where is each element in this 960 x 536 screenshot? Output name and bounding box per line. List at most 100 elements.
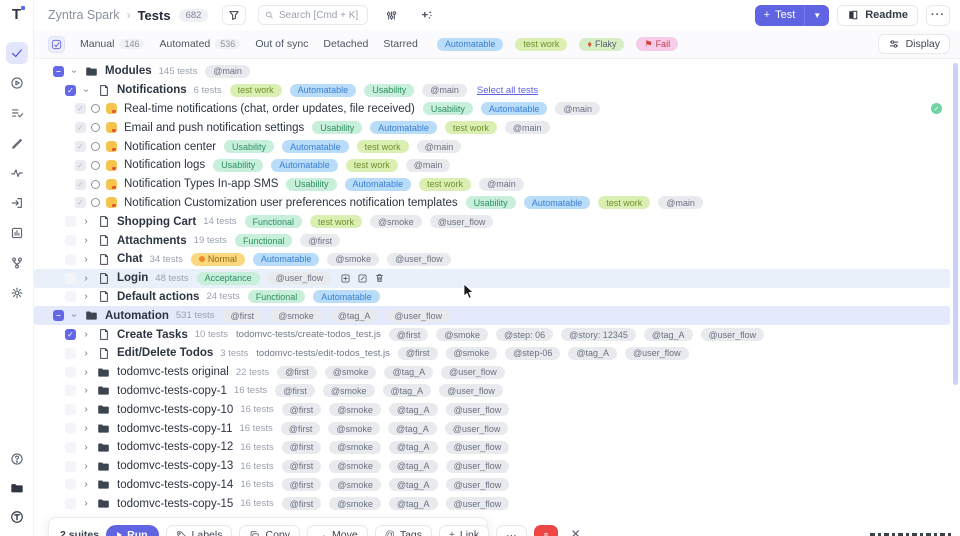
labels-button[interactable]: Labels — [166, 525, 233, 536]
row-label[interactable]: Notification center — [124, 141, 216, 153]
app-logo[interactable]: T — [12, 6, 21, 28]
row-chip[interactable]: @story: 12345 — [561, 328, 636, 341]
chevron-right-icon[interactable]: › — [79, 461, 93, 472]
row-chip[interactable]: test work — [346, 159, 398, 172]
chevron-right-icon[interactable]: › — [79, 404, 93, 415]
chevron-down-icon[interactable]: ▼ — [805, 11, 829, 20]
row-chip[interactable]: @first — [282, 403, 322, 416]
search-box[interactable] — [258, 5, 368, 25]
tree-row[interactable]: ✓ Email and push notification settings Usa… — [34, 118, 950, 137]
row-chip[interactable]: @smoke — [436, 328, 488, 341]
select-all-tests-link[interactable]: Select all tests — [477, 85, 538, 96]
row-chip[interactable]: @smoke — [327, 253, 379, 266]
row-chip[interactable]: @tag_A — [389, 478, 438, 491]
row-chip[interactable]: Automatable — [290, 84, 357, 97]
filter-chip-test-work[interactable]: test work — [515, 38, 567, 51]
row-label[interactable]: todomvc-tests-copy-12 — [117, 441, 233, 453]
tests-check-icon[interactable] — [6, 42, 28, 64]
row-label[interactable]: Notification Types In-app SMS — [124, 178, 278, 190]
row-chip[interactable]: @first — [281, 422, 321, 435]
chevron-down-icon[interactable]: › — [69, 309, 80, 323]
row-label[interactable]: Modules — [105, 65, 152, 77]
chevron-right-icon[interactable]: › — [79, 423, 93, 434]
row-chip[interactable]: @main — [505, 121, 550, 134]
row-chip[interactable]: @first — [282, 441, 322, 454]
tree-row[interactable]: ›todomvc-tests-copy-1116 tests@first@smo… — [34, 419, 950, 438]
row-chip[interactable]: @tag_A — [383, 384, 432, 397]
search-input[interactable] — [279, 10, 361, 21]
tree-row[interactable]: –›Automation531 tests@first@smoke@tag_A@… — [34, 306, 950, 325]
row-checkbox[interactable]: ✓ — [65, 85, 76, 96]
chevron-down-icon[interactable]: › — [69, 64, 80, 78]
row-label[interactable]: Notification logs — [124, 159, 205, 171]
row-chip[interactable]: @tag_A — [388, 422, 437, 435]
row-chip[interactable]: @step-06 — [505, 347, 560, 360]
row-chip[interactable]: @first — [277, 366, 317, 379]
row-chip[interactable]: Usability — [312, 121, 362, 134]
row-checkbox[interactable]: ✓ — [75, 160, 86, 171]
row-chip[interactable]: @smoke — [370, 215, 422, 228]
branch-icon[interactable] — [6, 252, 28, 274]
row-chip[interactable]: @user_flow — [441, 366, 505, 379]
chevron-right-icon[interactable]: › — [79, 385, 93, 396]
row-chip[interactable]: @user_flow — [268, 272, 332, 285]
test-status-circle-icon[interactable] — [91, 123, 100, 132]
tree-row[interactable]: ›todomvc-tests-copy-1516 tests@first@smo… — [34, 494, 950, 513]
chevron-right-icon[interactable]: › — [79, 442, 93, 453]
draft-pen-icon[interactable] — [6, 132, 28, 154]
projects-folder-icon[interactable] — [6, 477, 28, 499]
row-checkbox[interactable] — [65, 235, 76, 246]
copy-button[interactable]: Copy — [239, 525, 300, 536]
row-chip[interactable]: Acceptance — [197, 272, 260, 285]
import-box-icon[interactable] — [6, 192, 28, 214]
row-chip[interactable]: @step: 06 — [496, 328, 553, 341]
row-chip[interactable]: @tag_A — [389, 497, 438, 510]
view-settings-button[interactable] — [380, 5, 403, 25]
row-chip[interactable]: @user_flow — [446, 441, 510, 454]
edit-icon[interactable] — [357, 273, 368, 284]
tree-row[interactable]: ✓›Notifications6 teststest workAutomatab… — [34, 81, 950, 100]
row-label[interactable]: Chat — [117, 253, 143, 265]
tree-row[interactable]: ›todomvc-tests-copy-116 tests@first@smok… — [34, 382, 950, 401]
row-label[interactable]: Email and push notification settings — [124, 122, 304, 134]
row-checkbox[interactable] — [65, 348, 76, 359]
row-chip[interactable]: @smoke — [329, 403, 381, 416]
row-chip[interactable]: @user_flow — [386, 309, 450, 322]
tree-row[interactable]: ›Edit/Delete Todos3 teststodomvc-tests/e… — [34, 344, 950, 363]
account-avatar-icon[interactable] — [6, 506, 28, 528]
row-chip[interactable]: Usability — [213, 159, 263, 172]
tree-row[interactable]: ›Attachments19 testsFunctional@first — [34, 231, 950, 250]
tree-row[interactable]: ›todomvc-tests-copy-1216 tests@first@smo… — [34, 438, 950, 457]
row-chip[interactable]: Usability — [224, 140, 274, 153]
row-chip[interactable]: @tag_A — [389, 441, 438, 454]
row-label[interactable]: todomvc-tests-copy-10 — [117, 404, 233, 416]
test-status-circle-icon[interactable] — [91, 180, 100, 189]
tree-row[interactable]: ›Default actions24 testsFunctionalAutoma… — [34, 288, 950, 307]
row-label[interactable]: Notification Customization user preferen… — [124, 197, 458, 209]
filter-item-manual[interactable]: Manual146 — [80, 38, 144, 50]
add-icon[interactable] — [340, 273, 351, 284]
row-chip[interactable]: @main — [417, 140, 462, 153]
tree-row[interactable]: ✓Notification Customization user prefere… — [34, 194, 950, 213]
chevron-right-icon[interactable]: › — [79, 329, 93, 340]
row-chip[interactable]: @user_flow — [446, 497, 510, 510]
row-checkbox[interactable] — [65, 404, 76, 415]
row-chip[interactable]: Usability — [466, 196, 516, 209]
row-chip[interactable]: Automatable — [370, 121, 437, 134]
row-checkbox[interactable]: ✓ — [75, 122, 86, 133]
row-label[interactable]: todomvc-tests-copy-15 — [117, 498, 233, 510]
tree-row[interactable]: ✓Notification logsUsabilityAutomatablete… — [34, 156, 950, 175]
row-chip[interactable]: @tag_A — [389, 403, 438, 416]
row-chip[interactable]: Functional — [248, 290, 306, 303]
row-chip[interactable]: @first — [222, 309, 262, 322]
row-chip[interactable]: @smoke — [323, 384, 375, 397]
row-chip[interactable]: test work — [419, 178, 471, 191]
row-chip[interactable]: Automatable — [481, 102, 548, 115]
filter-item-automated[interactable]: Automated536 — [159, 38, 240, 50]
tags-button[interactable]: @Tags — [375, 525, 432, 536]
row-chip[interactable]: test work — [445, 121, 497, 134]
row-chip[interactable]: @user_flow — [430, 215, 494, 228]
filter-chip-flaky[interactable]: ♦Flaky — [579, 38, 624, 51]
row-chip[interactable]: @user_flow — [387, 253, 451, 266]
row-label[interactable]: todomvc-tests-copy-14 — [117, 479, 233, 491]
